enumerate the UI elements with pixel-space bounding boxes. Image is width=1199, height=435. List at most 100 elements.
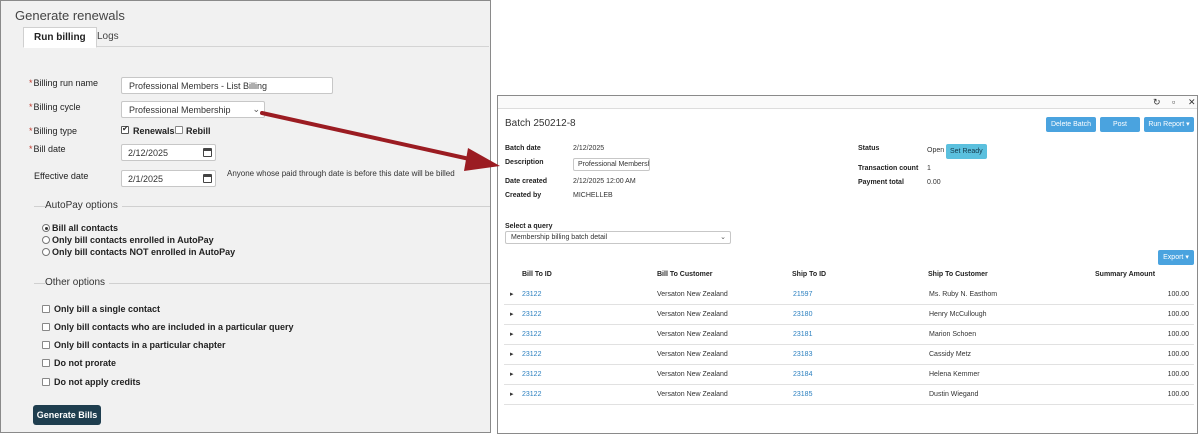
ship-to-id-link[interactable]: 21597 — [793, 291, 812, 298]
billing-cycle-value: Professional Membership — [129, 105, 231, 115]
do-not-prorate-label: Do not prorate — [54, 358, 116, 368]
payment-total-label: Payment total — [858, 179, 904, 186]
delete-batch-button[interactable]: Delete Batch — [1046, 117, 1096, 132]
ship-to-id-link[interactable]: 23180 — [793, 311, 812, 318]
table-row[interactable]: ▸ 23122 Versaton New Zealand 23184 Helen… — [504, 365, 1194, 385]
set-ready-button[interactable]: Set Ready — [946, 144, 987, 159]
billing-cycle-select[interactable]: Professional Membership ⌄ — [121, 101, 265, 118]
maximize-icon[interactable]: ▫ — [1172, 97, 1175, 107]
calendar-icon[interactable] — [203, 174, 212, 183]
effective-date-value: 2/1/2025 — [128, 174, 164, 184]
expand-row-icon[interactable]: ▸ — [510, 330, 514, 338]
created-by-value: MICHELLEB — [573, 192, 613, 199]
ship-to-id-link[interactable]: 23185 — [793, 391, 812, 398]
single-contact-checkbox[interactable] — [42, 305, 50, 313]
description-input[interactable]: Professional Membersh — [573, 158, 650, 171]
transaction-count-value: 1 — [927, 165, 931, 172]
summary-amount: 100.00 — [1167, 331, 1189, 338]
calendar-icon[interactable] — [203, 148, 212, 157]
expand-row-icon[interactable]: ▸ — [510, 370, 514, 378]
autopay-option-not-enrolled: Only bill contacts NOT enrolled in AutoP… — [52, 247, 236, 257]
expand-row-icon[interactable]: ▸ — [510, 350, 514, 358]
export-button[interactable]: Export ▾ — [1158, 250, 1194, 265]
date-created-label: Date created — [505, 178, 548, 185]
expand-row-icon[interactable]: ▸ — [510, 290, 514, 298]
generate-bills-button[interactable]: Generate Bills — [33, 405, 101, 425]
rebill-label: Rebill — [186, 126, 211, 136]
bill-to-id-link[interactable]: 23122 — [522, 371, 541, 378]
table-row[interactable]: ▸ 23122 Versaton New Zealand 23185 Dusti… — [504, 385, 1194, 405]
col-bill-to-id[interactable]: Bill To ID — [522, 271, 552, 278]
chapter-contacts-label: Only bill contacts in a particular chapt… — [54, 340, 226, 350]
do-not-apply-credits-checkbox[interactable] — [42, 378, 50, 386]
other-options-title: Other options — [45, 277, 110, 288]
autopay-radio-not-enrolled[interactable] — [42, 248, 50, 256]
close-icon[interactable]: ✕ — [1188, 97, 1196, 108]
ship-to-customer: Helena Kemmer — [929, 371, 980, 378]
ship-to-id-link[interactable]: 23181 — [793, 331, 812, 338]
rebill-checkbox[interactable] — [175, 126, 183, 134]
generate-renewals-panel: Generate renewals Run billing Logs Billi… — [0, 0, 491, 433]
col-ship-to-id[interactable]: Ship To ID — [792, 271, 826, 278]
billing-run-name-label: Billing run name — [29, 78, 99, 88]
bill-date-label: Bill date — [29, 144, 66, 154]
bill-to-id-link[interactable]: 23122 — [522, 291, 541, 298]
tab-logs[interactable]: Logs — [87, 27, 129, 48]
do-not-apply-credits-label: Do not apply credits — [54, 377, 141, 387]
ship-to-customer: Ms. Ruby N. Easthom — [929, 291, 998, 298]
ship-to-customer: Henry McCullough — [929, 311, 987, 318]
autopay-radio-all[interactable] — [42, 224, 50, 232]
autopay-option-enrolled: Only bill contacts enrolled in AutoPay — [52, 235, 214, 245]
table-row[interactable]: ▸ 23122 Versaton New Zealand 23181 Mario… — [504, 325, 1194, 345]
billing-cycle-label: Billing cycle — [29, 102, 81, 112]
ship-to-customer: Cassidy Metz — [929, 351, 972, 358]
payment-total-value: 0.00 — [927, 179, 941, 186]
post-batch-button[interactable]: Post Batch — [1100, 117, 1140, 143]
col-summary-amount[interactable]: Summary Amount — [1095, 271, 1155, 278]
bill-to-id-link[interactable]: 23122 — [522, 311, 541, 318]
bill-to-customer: Versaton New Zealand — [657, 351, 728, 358]
bill-to-customer: Versaton New Zealand — [657, 311, 728, 318]
tab-run-billing[interactable]: Run billing — [23, 27, 97, 48]
col-bill-to-customer[interactable]: Bill To Customer — [657, 271, 712, 278]
autopay-radio-enrolled[interactable] — [42, 236, 50, 244]
ship-to-id-link[interactable]: 23183 — [793, 351, 812, 358]
query-contacts-checkbox[interactable] — [42, 323, 50, 331]
chevron-down-icon: ⌄ — [720, 234, 726, 241]
status-value: Open — [927, 147, 945, 154]
bill-to-id-link[interactable]: 23122 — [522, 391, 541, 398]
bill-date-value: 2/12/2025 — [128, 148, 169, 158]
bill-to-id-link[interactable]: 23122 — [522, 331, 541, 338]
table-row[interactable]: ▸ 23122 Versaton New Zealand 21597 Ms. R… — [504, 285, 1194, 305]
batch-date-label: Batch date — [505, 145, 541, 152]
summary-amount: 100.00 — [1167, 391, 1189, 398]
effective-date-note: Anyone whose paid through date is before… — [227, 169, 455, 178]
summary-amount: 100.00 — [1167, 311, 1189, 318]
chapter-contacts-checkbox[interactable] — [42, 341, 50, 349]
expand-row-icon[interactable]: ▸ — [510, 310, 514, 318]
ship-to-id-link[interactable]: 23184 — [793, 371, 812, 378]
expand-row-icon[interactable]: ▸ — [510, 390, 514, 398]
renewals-checkbox[interactable] — [121, 124, 129, 134]
table-row[interactable]: ▸ 23122 Versaton New Zealand 23183 Cassi… — [504, 345, 1194, 365]
billing-run-name-input[interactable]: Professional Members - List Billing — [121, 77, 333, 94]
panel-title: Generate renewals — [15, 8, 125, 23]
batch-date-value: 2/12/2025 — [573, 145, 605, 152]
bill-to-customer: Versaton New Zealand — [657, 371, 728, 378]
col-ship-to-customer[interactable]: Ship To Customer — [928, 271, 988, 278]
effective-date-input[interactable]: 2/1/2025 — [121, 170, 216, 187]
billing-type-label: Billing type — [29, 126, 78, 136]
bill-date-input[interactable]: 2/12/2025 — [121, 144, 216, 161]
bill-to-customer: Versaton New Zealand — [657, 291, 728, 298]
refresh-icon[interactable]: ↻ — [1153, 97, 1161, 108]
bill-to-customer: Versaton New Zealand — [657, 391, 728, 398]
do-not-prorate-checkbox[interactable] — [42, 359, 50, 367]
autopay-title: AutoPay options — [45, 200, 122, 211]
bill-to-id-link[interactable]: 23122 — [522, 351, 541, 358]
run-report-button[interactable]: Run Report ▾ — [1144, 117, 1194, 132]
query-select[interactable]: Membership billing batch detail ⌄ — [505, 231, 731, 244]
ship-to-customer: Dustin Wiegand — [929, 391, 979, 398]
renewals-label: Renewals — [133, 126, 175, 136]
ship-to-customer: Marion Schoen — [929, 331, 977, 338]
table-row[interactable]: ▸ 23122 Versaton New Zealand 23180 Henry… — [504, 305, 1194, 325]
